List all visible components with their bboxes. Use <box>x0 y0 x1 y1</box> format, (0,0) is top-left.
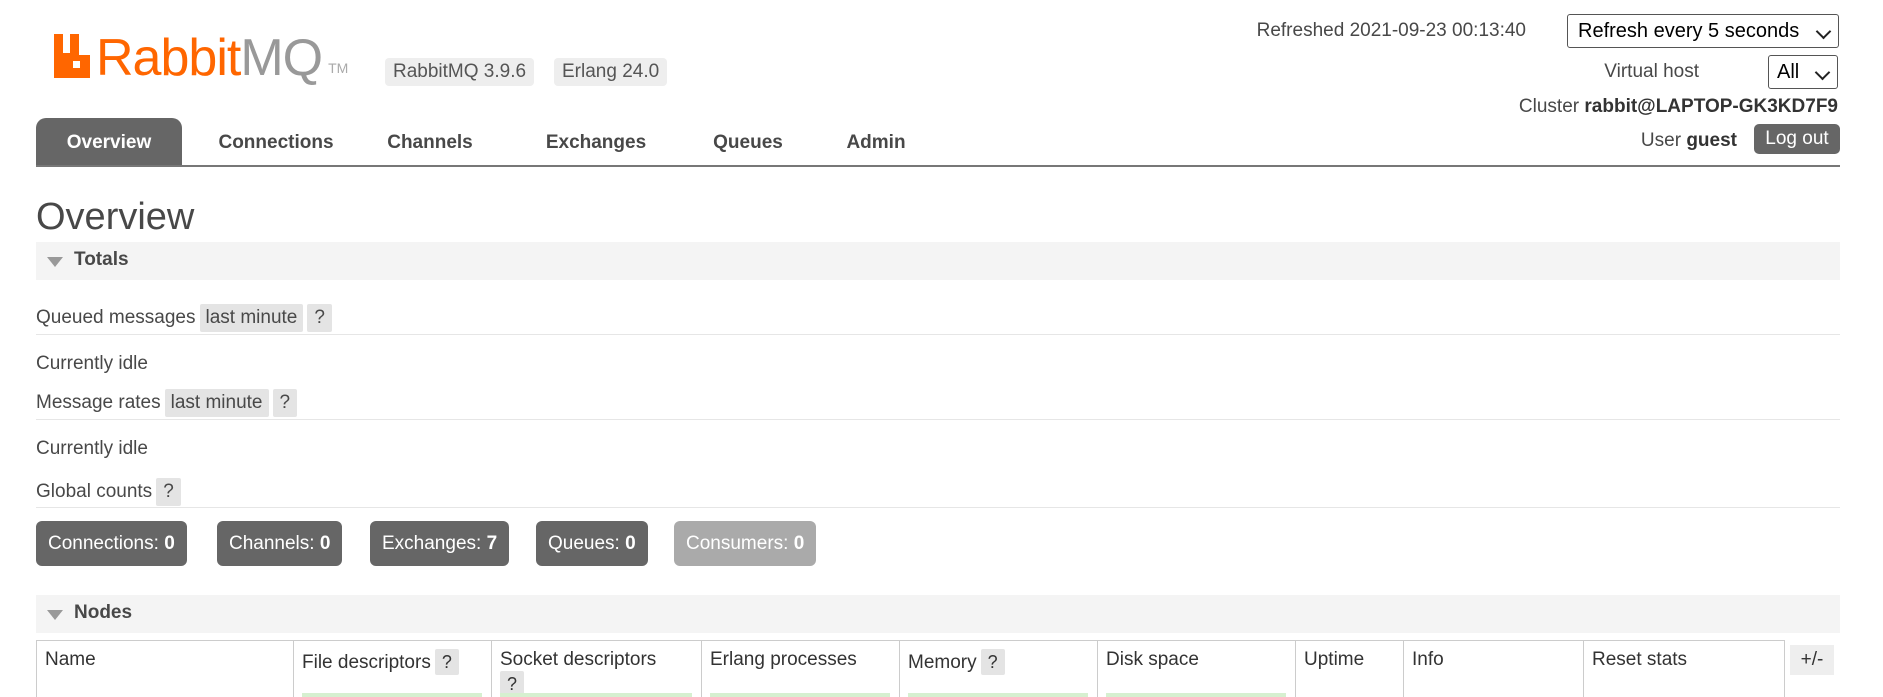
message-rates-label: Message rates <box>36 392 161 413</box>
page-title: Overview <box>36 196 195 238</box>
disk-space-bar <box>1106 693 1286 697</box>
refreshed-label: Refreshed <box>1256 20 1345 41</box>
virtual-host-label: Virtual host <box>1604 61 1699 82</box>
divider <box>36 419 1840 420</box>
column-header-file-descriptors: File descriptors? <box>294 641 492 697</box>
refreshed-timestamp: Refreshed 2021-09-23 00:13:40 <box>1257 20 1526 42</box>
exchanges-count-label: Exchanges: <box>382 533 482 554</box>
queued-messages-label: Queued messages <box>36 307 196 328</box>
message-rates-row: Message rates last minute? <box>36 389 298 417</box>
column-header-disk-space: Disk space <box>1098 641 1296 697</box>
divider <box>36 334 1840 335</box>
refresh-interval-select[interactable]: Refresh every 5 seconds <box>1567 14 1839 48</box>
tab-overview[interactable]: Overview <box>36 118 182 166</box>
virtual-host-value: All <box>1777 61 1800 83</box>
connections-count-button[interactable]: Connections: 0 <box>36 521 187 566</box>
connections-count-value: 0 <box>164 533 175 554</box>
virtual-host-select[interactable]: All <box>1768 55 1838 89</box>
nodes-table: Name File descriptors? Socket descriptor… <box>36 640 1785 697</box>
queued-messages-help-button[interactable]: ? <box>307 304 332 332</box>
column-header-erlang-processes: Erlang processes <box>702 641 900 697</box>
memory-bar <box>908 693 1088 697</box>
exchanges-count-value: 7 <box>486 533 498 554</box>
queues-count-value: 0 <box>625 533 636 554</box>
refresh-interval-value: Refresh every 5 seconds <box>1578 20 1800 42</box>
totals-section-header[interactable]: Totals <box>36 242 1840 280</box>
tab-admin[interactable]: Admin <box>836 118 916 166</box>
column-header-reset-stats: Reset stats <box>1592 649 1688 670</box>
cluster-info: Cluster rabbit@LAPTOP-GK3KD7F9 <box>1519 96 1838 118</box>
connections-count-label: Connections: <box>48 533 159 554</box>
queued-messages-row: Queued messages last minute? <box>36 304 332 332</box>
nodes-section-header[interactable]: Nodes <box>36 595 1840 633</box>
tab-connections[interactable]: Connections <box>206 118 346 166</box>
logo-trademark: TM <box>328 60 349 76</box>
erlang-processes-bar <box>710 693 890 697</box>
collapse-triangle-icon <box>47 610 63 620</box>
logo-text-mq: MQ <box>240 29 323 87</box>
global-counts-row: Global counts? <box>36 478 181 506</box>
columns-toggle-button[interactable]: +/- <box>1790 645 1834 675</box>
user-name: guest <box>1686 130 1737 151</box>
logo-text-rabbit: Rabbit <box>96 29 241 87</box>
global-counts-help-button[interactable]: ? <box>156 478 181 506</box>
divider <box>36 507 1840 508</box>
user-info: User guest <box>1641 130 1737 152</box>
channels-count-button[interactable]: Channels: 0 <box>217 521 343 566</box>
rabbitmq-logo[interactable]: Rabbit MQ TM <box>52 28 348 84</box>
socket-descriptors-bar <box>500 693 692 697</box>
collapse-triangle-icon <box>47 257 63 267</box>
consumers-count-value: 0 <box>793 533 805 554</box>
rabbitmq-version-badge: RabbitMQ 3.9.6 <box>385 58 535 86</box>
erlang-version-badge: Erlang 24.0 <box>554 58 668 86</box>
message-rates-help-button[interactable]: ? <box>272 389 298 417</box>
chevron-down-icon <box>1814 64 1831 81</box>
global-counts-label: Global counts <box>36 481 153 502</box>
tab-queues[interactable]: Queues <box>700 118 796 166</box>
queues-count-button[interactable]: Queues: 0 <box>536 521 648 566</box>
logout-button[interactable]: Log out <box>1754 124 1840 154</box>
cluster-name: rabbit@LAPTOP-GK3KD7F9 <box>1584 96 1838 117</box>
column-header-socket-descriptors: Socket descriptors? <box>492 641 702 697</box>
column-header-uptime: Uptime <box>1296 641 1404 697</box>
refreshed-time: 2021-09-23 00:13:40 <box>1349 20 1526 41</box>
column-header-name: Name <box>37 641 294 697</box>
message-rates-range[interactable]: last minute <box>164 389 269 417</box>
nodes-title: Nodes <box>74 602 133 623</box>
consumers-count-button[interactable]: Consumers: 0 <box>674 521 817 566</box>
rabbitmq-logo-icon <box>54 34 90 78</box>
channels-count-label: Channels: <box>229 533 315 554</box>
column-header-info: Info <box>1404 641 1584 697</box>
queued-messages-status: Currently idle <box>36 353 148 374</box>
file-descriptors-help-button[interactable]: ? <box>434 649 459 675</box>
cluster-label: Cluster <box>1518 96 1580 117</box>
queues-count-label: Queues: <box>548 533 620 554</box>
tab-channels[interactable]: Channels <box>376 118 484 166</box>
user-label: User <box>1640 130 1682 151</box>
exchanges-count-button[interactable]: Exchanges: 7 <box>370 521 510 566</box>
totals-title: Totals <box>74 249 129 270</box>
column-header-memory: Memory? <box>900 641 1098 697</box>
chevron-down-icon <box>1815 23 1832 40</box>
memory-help-button[interactable]: ? <box>980 649 1005 675</box>
file-descriptors-bar <box>302 693 482 697</box>
consumers-count-label: Consumers: <box>686 533 789 554</box>
tabs-divider <box>36 165 1840 167</box>
channels-count-value: 0 <box>319 533 331 554</box>
tab-exchanges[interactable]: Exchanges <box>536 118 656 166</box>
queued-messages-range[interactable]: last minute <box>199 304 304 332</box>
message-rates-status: Currently idle <box>36 438 148 459</box>
